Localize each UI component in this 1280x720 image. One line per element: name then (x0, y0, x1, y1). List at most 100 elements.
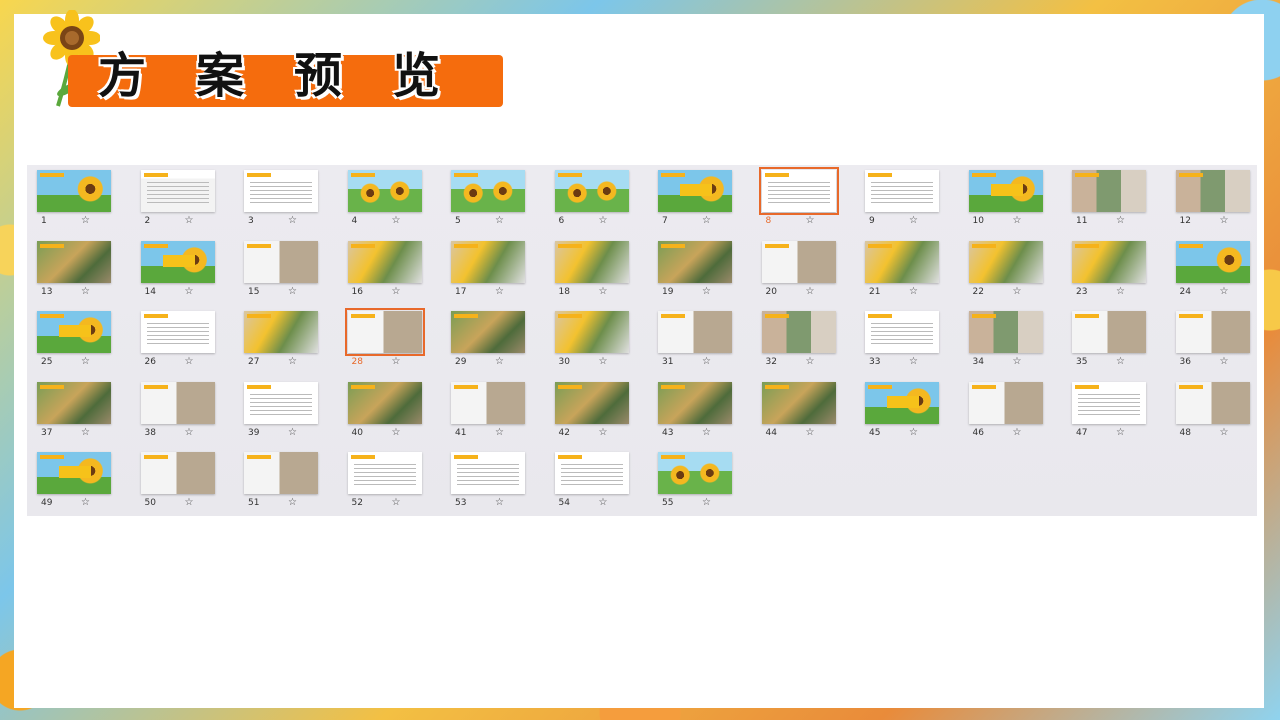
slide-thumbnail-image[interactable] (451, 241, 525, 283)
star-icon[interactable]: ☆ (185, 286, 194, 297)
slide-thumbnail-image[interactable] (758, 167, 839, 215)
star-icon[interactable]: ☆ (288, 497, 297, 508)
slide-thumbnail-27[interactable]: 27 ☆ (234, 306, 324, 374)
slide-thumbnail-image[interactable] (554, 170, 629, 212)
star-icon[interactable]: ☆ (909, 356, 918, 367)
slide-thumbnail-image[interactable] (347, 382, 422, 424)
star-icon[interactable]: ☆ (1220, 427, 1229, 438)
slide-thumbnail-image[interactable] (244, 311, 318, 353)
slide-thumbnail-46[interactable]: 46 ☆ (959, 377, 1049, 445)
slide-thumbnail-32[interactable]: 32 ☆ (752, 306, 842, 374)
slide-thumbnail-12[interactable]: 12 ☆ (1166, 165, 1256, 233)
star-icon[interactable]: ☆ (1013, 286, 1022, 297)
slide-thumbnail-image[interactable] (1175, 311, 1250, 353)
star-icon[interactable]: ☆ (806, 356, 815, 367)
slide-thumbnail-image[interactable] (140, 382, 215, 424)
slide-thumbnail-image[interactable] (37, 382, 111, 424)
slide-thumbnail-6[interactable]: 6 ☆ (545, 165, 635, 233)
slide-thumbnail-45[interactable]: 45 ☆ (855, 377, 945, 445)
star-icon[interactable]: ☆ (599, 356, 608, 367)
star-icon[interactable]: ☆ (185, 356, 194, 367)
slide-thumbnail-image[interactable] (865, 311, 939, 353)
slide-thumbnail-31[interactable]: 31 ☆ (648, 306, 738, 374)
slide-thumbnail-37[interactable]: 37 ☆ (27, 377, 117, 445)
slide-thumbnail-image[interactable] (968, 170, 1043, 212)
slide-thumbnail-image[interactable] (140, 170, 215, 212)
slide-thumbnail-image[interactable] (347, 241, 422, 283)
star-icon[interactable]: ☆ (288, 215, 297, 226)
slide-thumbnail-25[interactable]: 25 ☆ (27, 306, 117, 374)
slide-thumbnail-33[interactable]: 33 ☆ (855, 306, 945, 374)
slide-thumbnail-16[interactable]: 16 ☆ (338, 236, 428, 304)
slide-thumbnail-39[interactable]: 39 ☆ (234, 377, 324, 445)
star-icon[interactable]: ☆ (1013, 215, 1022, 226)
slide-thumbnail-14[interactable]: 14 ☆ (131, 236, 221, 304)
star-icon[interactable]: ☆ (392, 427, 401, 438)
slide-thumbnail-15[interactable]: 15 ☆ (234, 236, 324, 304)
slide-thumbnail-55[interactable]: 55 ☆ (648, 447, 738, 515)
slide-thumbnail-7[interactable]: 7 ☆ (648, 165, 738, 233)
slide-thumbnail-image[interactable] (244, 170, 318, 212)
slide-thumbnail-36[interactable]: 36 ☆ (1166, 306, 1256, 374)
slide-thumbnail-20[interactable]: 20 ☆ (752, 236, 842, 304)
star-icon[interactable]: ☆ (909, 427, 918, 438)
slide-thumbnail-image[interactable] (1175, 382, 1250, 424)
star-icon[interactable]: ☆ (495, 356, 504, 367)
slide-thumbnail-3[interactable]: 3 ☆ (234, 165, 324, 233)
star-icon[interactable]: ☆ (288, 356, 297, 367)
slide-thumbnail-image[interactable] (244, 241, 318, 283)
slide-thumbnail-52[interactable]: 52 ☆ (338, 447, 428, 515)
slide-thumbnail-42[interactable]: 42 ☆ (545, 377, 635, 445)
slide-thumbnail-35[interactable]: 35 ☆ (1062, 306, 1152, 374)
slide-thumbnail-image[interactable] (140, 452, 215, 494)
slide-thumbnail-image[interactable] (1175, 241, 1250, 283)
slide-thumbnail-24[interactable]: 24 ☆ (1166, 236, 1256, 304)
slide-thumbnail-11[interactable]: 11 ☆ (1062, 165, 1152, 233)
star-icon[interactable]: ☆ (1116, 286, 1125, 297)
slide-thumbnail-44[interactable]: 44 ☆ (752, 377, 842, 445)
slide-thumbnail-image[interactable] (1072, 170, 1146, 212)
slide-thumbnail-2[interactable]: 2 ☆ (131, 165, 221, 233)
slide-thumbnail-5[interactable]: 5 ☆ (441, 165, 531, 233)
slide-thumbnail-image[interactable] (140, 241, 215, 283)
star-icon[interactable]: ☆ (702, 215, 711, 226)
slide-thumbnail-23[interactable]: 23 ☆ (1062, 236, 1152, 304)
star-icon[interactable]: ☆ (1220, 286, 1229, 297)
slide-thumbnail-image[interactable] (37, 170, 111, 212)
slide-thumbnail-image[interactable] (1072, 382, 1146, 424)
slide-thumbnail-43[interactable]: 43 ☆ (648, 377, 738, 445)
slide-thumbnail-image[interactable] (347, 170, 422, 212)
star-icon[interactable]: ☆ (495, 215, 504, 226)
slide-thumbnail-29[interactable]: 29 ☆ (441, 306, 531, 374)
slide-thumbnail-image[interactable] (968, 311, 1043, 353)
slide-thumbnail-image[interactable] (761, 311, 836, 353)
star-icon[interactable]: ☆ (599, 286, 608, 297)
slide-thumbnail-19[interactable]: 19 ☆ (648, 236, 738, 304)
star-icon[interactable]: ☆ (288, 427, 297, 438)
slide-thumbnail-image[interactable] (658, 452, 732, 494)
slide-thumbnail-13[interactable]: 13 ☆ (27, 236, 117, 304)
slide-thumbnail-image[interactable] (347, 452, 422, 494)
slide-thumbnail-34[interactable]: 34 ☆ (959, 306, 1049, 374)
slide-thumbnail-image[interactable] (244, 382, 318, 424)
slide-thumbnail-51[interactable]: 51 ☆ (234, 447, 324, 515)
slide-thumbnail-image[interactable] (658, 241, 732, 283)
slide-thumbnail-image[interactable] (140, 311, 215, 353)
slide-thumbnail-10[interactable]: 10 ☆ (959, 165, 1049, 233)
slide-thumbnail-9[interactable]: 9 ☆ (855, 165, 945, 233)
star-icon[interactable]: ☆ (185, 497, 194, 508)
slide-thumbnail-image[interactable] (244, 452, 318, 494)
star-icon[interactable]: ☆ (1220, 356, 1229, 367)
star-icon[interactable]: ☆ (185, 427, 194, 438)
star-icon[interactable]: ☆ (81, 427, 90, 438)
slide-thumbnail-image[interactable] (37, 241, 111, 283)
slide-thumbnail-49[interactable]: 49 ☆ (27, 447, 117, 515)
slide-thumbnail-30[interactable]: 30 ☆ (545, 306, 635, 374)
slide-thumbnail-image[interactable] (451, 170, 525, 212)
star-icon[interactable]: ☆ (806, 215, 815, 226)
star-icon[interactable]: ☆ (1116, 356, 1125, 367)
star-icon[interactable]: ☆ (1220, 215, 1229, 226)
star-icon[interactable]: ☆ (185, 215, 194, 226)
slide-thumbnail-1[interactable]: 1 ☆ (27, 165, 117, 233)
star-icon[interactable]: ☆ (806, 427, 815, 438)
